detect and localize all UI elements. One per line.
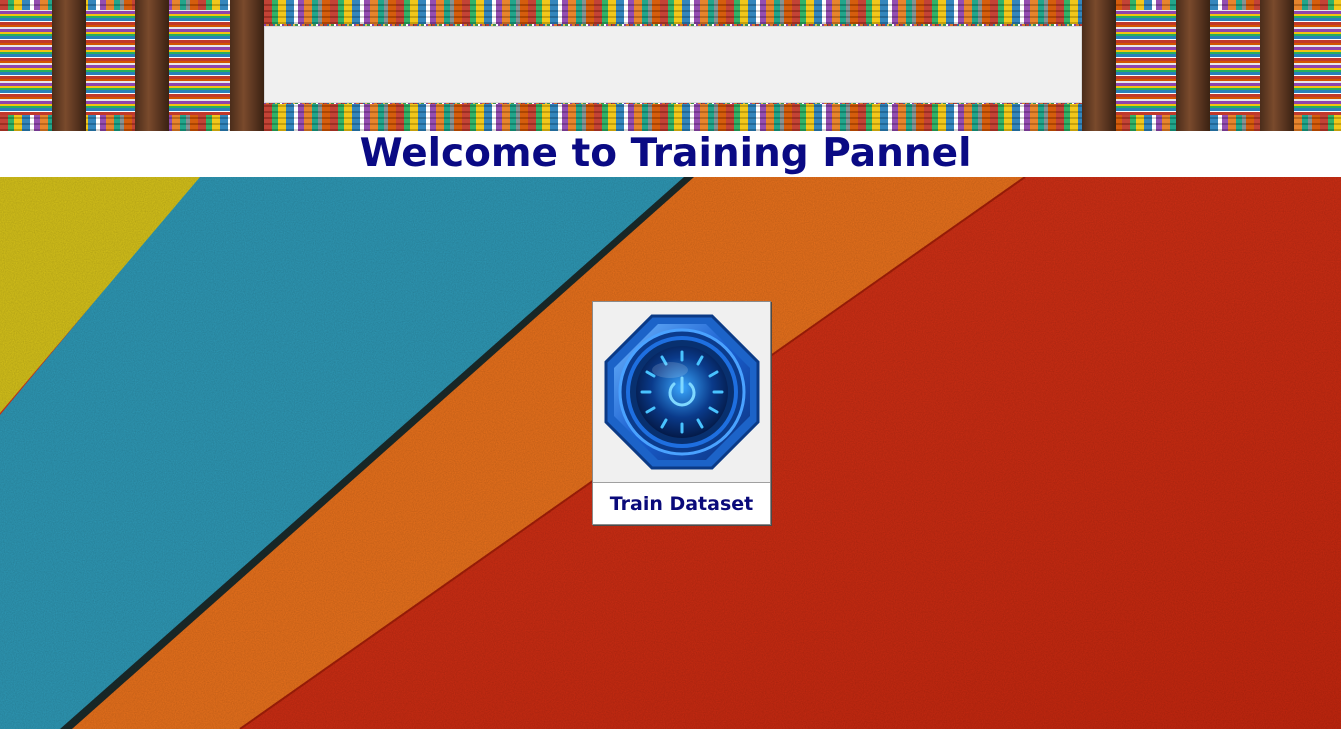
train-button-icon-area — [593, 302, 770, 482]
book-stack — [1116, 10, 1176, 115]
window: Welcome to Training Pannel Train Dataset — [0, 0, 1341, 729]
shelf-post — [1176, 0, 1210, 131]
book-stack — [0, 10, 52, 115]
book-stack — [86, 10, 135, 115]
shelf-post — [1260, 0, 1294, 131]
book-stack — [1294, 10, 1341, 115]
train-dataset-label: Train Dataset — [609, 492, 754, 515]
banner-center-panel — [264, 26, 1082, 103]
header-banner — [0, 0, 1341, 131]
book-stack — [169, 10, 230, 115]
train-dataset-button[interactable]: Train Dataset — [592, 301, 771, 525]
page-title: Welcome to Training Pannel — [359, 131, 972, 176]
book-stack — [1210, 10, 1260, 115]
shelf-post — [230, 0, 264, 131]
shelf-post — [135, 0, 169, 131]
shelf-post — [52, 0, 86, 131]
power-button-icon — [604, 314, 759, 470]
title-bar: Welcome to Training Pannel — [0, 131, 1341, 177]
shelf-post — [1082, 0, 1116, 131]
